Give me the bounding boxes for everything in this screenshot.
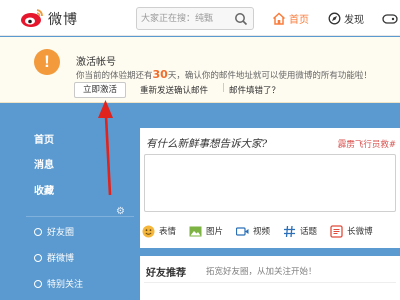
link-separator: | — [222, 83, 225, 93]
search-input[interactable] — [141, 10, 231, 28]
notice-desc-prefix: 你当前的体验期还有 — [76, 71, 153, 81]
gamepad-icon — [382, 13, 398, 24]
publish-prompt: 有什么新鲜事想告诉大家? — [146, 138, 268, 150]
image-icon — [189, 226, 202, 236]
notice-desc-suffix: 天，确认你的邮件地址就可以使用微博的所有功能啦！ — [167, 71, 372, 81]
tool-topic[interactable]: 话题 — [283, 222, 317, 240]
tool-label: 表情 — [159, 227, 177, 237]
friends-divider — [144, 282, 396, 283]
sidebar-item-home[interactable]: 首页 — [34, 131, 54, 146]
activation-notice: ! 激活帐号 你当前的体验期还有30天，确认你的邮件地址就可以使用微博的所有功能… — [0, 37, 400, 103]
group-dot-icon — [34, 279, 42, 288]
nav-home[interactable]: 首页 — [272, 9, 309, 27]
tool-label: 视频 — [253, 227, 271, 237]
sidebar-group-friends-circle[interactable]: 好友圈 — [34, 225, 74, 238]
sidebar-group-label: 好友圈 — [47, 228, 75, 238]
search-box[interactable] — [136, 7, 254, 30]
trial-days: 30 — [152, 68, 168, 81]
sidebar-divider — [26, 216, 134, 217]
publish-textarea[interactable] — [144, 154, 396, 212]
sidebar-item-messages[interactable]: 消息 — [34, 156, 54, 171]
sidebar-item-favorites[interactable]: 收藏 — [34, 182, 54, 197]
search-icon[interactable] — [234, 12, 248, 26]
nav-home-label: 首页 — [289, 14, 309, 26]
sidebar-group-label: 群微博 — [47, 254, 75, 264]
wrong-email-link[interactable]: 邮件填错了？ — [229, 84, 280, 96]
discover-icon — [328, 12, 341, 24]
notice-description: 你当前的体验期还有30天，确认你的邮件地址就可以使用微博的所有功能啦！ — [76, 68, 372, 81]
video-icon — [236, 226, 249, 236]
friends-title: 好友推荐 — [146, 268, 186, 279]
nav-game[interactable] — [382, 9, 398, 27]
resend-email-link[interactable]: 重新发送确认邮件 — [140, 84, 208, 96]
tool-video[interactable]: 视频 — [236, 222, 270, 240]
nav-discover[interactable]: 发现 — [328, 9, 364, 27]
hot-topic-link[interactable]: 霹雳飞行员救# — [338, 138, 396, 150]
tool-emoji[interactable]: 表情 — [142, 222, 176, 240]
home-icon — [272, 11, 286, 25]
friends-subtitle: 拓宽好友圈，从加关注开始！ — [206, 267, 317, 277]
group-dot-icon — [34, 227, 42, 236]
left-sidebar: 首页 消息 收藏 ⚙ 好友圈 群微博 特别关注 — [26, 104, 134, 300]
sidebar-group-group-weibo[interactable]: 群微博 — [34, 251, 74, 264]
tool-long-weibo[interactable]: 长微博 — [330, 222, 373, 240]
sidebar-group-label: 特别关注 — [47, 280, 84, 290]
publish-box: 有什么新鲜事想告诉大家? 霹雳飞行员救# 表情 图片 视频 话题 长微博 — [140, 128, 400, 248]
hashtag-icon — [284, 225, 296, 237]
tool-label: 长微博 — [347, 227, 373, 237]
warning-icon: ! — [34, 49, 60, 75]
publish-toolbar: 表情 图片 视频 话题 长微博 — [142, 222, 400, 240]
activate-now-button[interactable]: 立即激活 — [74, 82, 126, 98]
friend-recommendation: 好友推荐 拓宽好友圈，从加关注开始！ — [140, 256, 400, 300]
tool-label: 图片 — [206, 227, 224, 237]
long-post-icon — [330, 224, 343, 238]
emoji-icon — [142, 225, 155, 237]
logo-text: 微博 — [48, 12, 78, 28]
sidebar-group-special-follow[interactable]: 特别关注 — [34, 277, 83, 290]
tool-image[interactable]: 图片 — [189, 222, 223, 240]
tool-label: 话题 — [300, 227, 318, 237]
top-nav-bar: 微博 首页 发现 — [0, 0, 400, 36]
notice-title: 激活帐号 — [76, 57, 116, 68]
weibo-logo-icon[interactable] — [20, 8, 44, 28]
nav-discover-label: 发现 — [344, 14, 364, 26]
group-dot-icon — [34, 253, 42, 262]
